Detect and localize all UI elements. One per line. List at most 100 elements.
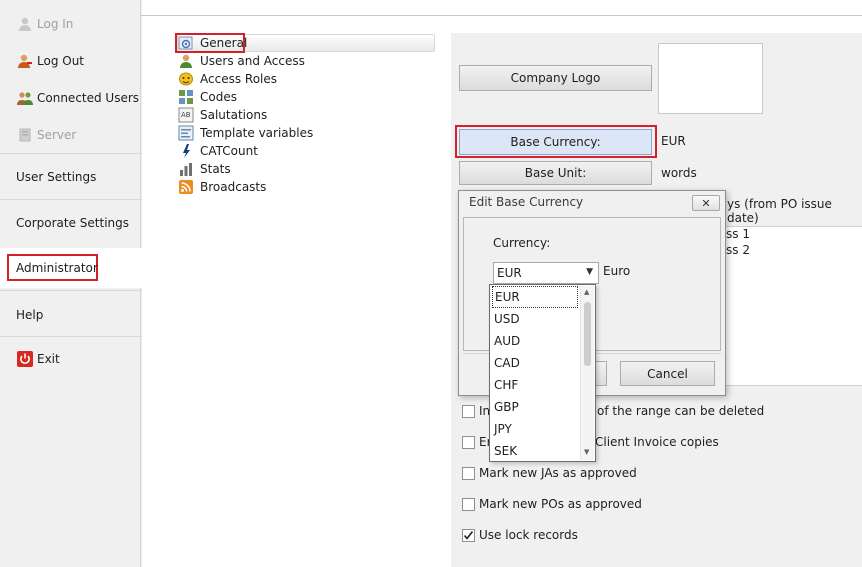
tree-item-stats[interactable]: Stats	[178, 160, 231, 178]
currency-option-label: USD	[494, 312, 520, 326]
checkbox-mark-jas-approved[interactable]	[462, 467, 475, 480]
tree-item-label: Template variables	[200, 126, 314, 140]
nav-corporate-settings-label: Corporate Settings	[16, 216, 130, 230]
nav-separator	[0, 199, 142, 200]
template-icon	[178, 125, 194, 141]
power-icon	[17, 351, 33, 367]
tree-item-label: Access Roles	[200, 72, 278, 86]
currency-option-aud[interactable]: AUD	[492, 330, 578, 352]
nav-login-label: Log In	[37, 17, 74, 31]
role-mask-icon	[178, 71, 194, 87]
users-group-icon	[17, 90, 33, 106]
nav-administrator[interactable]: Administrator	[0, 248, 142, 288]
nav-corporate-settings[interactable]: Corporate Settings	[0, 208, 140, 238]
currency-option-eur[interactable]: EUR	[492, 286, 578, 308]
checkbox-range-delete[interactable]	[462, 405, 475, 418]
nav-exit-label: Exit	[37, 352, 60, 366]
currency-option-usd[interactable]: USD	[492, 308, 578, 330]
base-currency-highlight	[455, 125, 657, 158]
scroll-down-icon[interactable]: ▼	[584, 448, 589, 456]
nav-logout[interactable]: Log Out	[0, 46, 140, 76]
checkbox-range-delete-label: of the range can be deleted	[597, 404, 765, 418]
logout-user-icon	[17, 53, 33, 69]
tree-item-label: Stats	[200, 162, 231, 176]
admin-tree: General Users and Access Access Roles Co…	[175, 33, 437, 204]
rss-icon	[178, 179, 194, 195]
codes-icon	[178, 89, 194, 105]
checkbox-invoice-copies[interactable]	[462, 436, 475, 449]
tree-item-label: Salutations	[200, 108, 268, 122]
dialog-title: Edit Base Currency	[469, 195, 584, 209]
administrator-highlight: Administrator	[7, 254, 98, 281]
nav-administrator-label: Administrator	[16, 260, 98, 275]
tree-item-access-roles[interactable]: Access Roles	[178, 70, 277, 88]
checkbox-mark-jas-approved-label: Mark new JAs as approved	[479, 466, 637, 480]
login-user-icon	[17, 16, 33, 32]
nav-help-label: Help	[16, 308, 44, 322]
currency-option-sek[interactable]: SEK	[492, 440, 578, 461]
company-logo-preview	[658, 43, 763, 114]
salutations-icon: AB	[178, 107, 194, 123]
class-item-1: ss 1	[726, 227, 750, 241]
nav-separator	[0, 290, 142, 291]
base-unit-button[interactable]: Base Unit:	[459, 161, 652, 185]
stats-icon	[178, 161, 194, 177]
currency-option-jpy[interactable]: JPY	[492, 418, 578, 440]
tree-item-broadcasts[interactable]: Broadcasts	[178, 178, 266, 196]
currency-combobox[interactable]: EUR ▼	[493, 262, 599, 284]
svg-text:AB: AB	[181, 111, 191, 119]
tree-item-template-variables[interactable]: Template variables	[178, 124, 313, 142]
base-currency-value: EUR	[661, 134, 686, 148]
currency-label: Currency:	[493, 236, 551, 250]
scrollbar-thumb[interactable]	[584, 302, 591, 366]
nav-user-settings[interactable]: User Settings	[0, 162, 140, 192]
currency-option-chf[interactable]: CHF	[492, 374, 578, 396]
dropdown-scrollbar[interactable]: ▲ ▼	[580, 286, 594, 460]
nav-separator	[0, 336, 142, 337]
checkbox-use-lock-records-label: Use lock records	[479, 528, 578, 542]
nav-login[interactable]: Log In	[0, 9, 140, 39]
currency-option-label: EUR	[495, 290, 520, 304]
currency-option-gbp[interactable]: GBP	[492, 396, 578, 418]
currency-combobox-value: EUR	[497, 266, 522, 280]
nav-server-label: Server	[37, 128, 77, 142]
nav-connected-users-label: Connected Users	[37, 91, 140, 105]
company-logo-button-label: Company Logo	[510, 71, 601, 85]
cancel-button[interactable]: Cancel	[620, 361, 715, 386]
nav-server[interactable]: Server	[0, 120, 140, 150]
currency-option-label: SEK	[494, 444, 518, 458]
tree-item-label: Codes	[200, 90, 237, 104]
company-logo-button[interactable]: Company Logo	[459, 65, 652, 91]
general-highlight	[175, 33, 245, 53]
top-divider	[141, 15, 862, 16]
currency-option-label: GBP	[494, 400, 519, 414]
dialog-close-button[interactable]: ✕	[692, 195, 720, 211]
currency-dropdown-list: EUR USD AUD CAD CHF GBP JPY SEK ▲ ▼	[489, 284, 596, 462]
payment-days-text: ys (from PO issue date)	[727, 197, 832, 225]
tree-item-codes[interactable]: Codes	[178, 88, 237, 106]
nav-help[interactable]: Help	[0, 300, 140, 330]
server-icon	[17, 127, 33, 143]
tree-item-catcount[interactable]: CATCount	[178, 142, 258, 160]
checkbox-mark-pos-approved-label: Mark new POs as approved	[479, 497, 642, 511]
currency-option-cad[interactable]: CAD	[492, 352, 578, 374]
nav-connected-users[interactable]: Connected Users	[0, 83, 140, 113]
currency-option-label: CAD	[494, 356, 520, 370]
nav-user-settings-label: User Settings	[16, 170, 97, 184]
user-icon	[178, 53, 194, 69]
cancel-button-label: Cancel	[647, 366, 688, 381]
checkbox-mark-pos-approved[interactable]	[462, 498, 475, 511]
currency-option-label: JPY	[494, 422, 512, 436]
checkbox-use-lock-records[interactable]	[462, 529, 475, 542]
catcount-icon	[178, 143, 194, 159]
class-item-2: ss 2	[726, 243, 750, 257]
base-unit-value: words	[661, 166, 697, 180]
tree-item-users-and-access[interactable]: Users and Access	[178, 52, 305, 70]
nav-logout-label: Log Out	[37, 54, 85, 68]
nav-exit[interactable]: Exit	[0, 344, 140, 374]
close-icon: ✕	[701, 196, 711, 210]
scroll-up-icon[interactable]: ▲	[584, 288, 589, 296]
tree-item-salutations[interactable]: AB Salutations	[178, 106, 267, 124]
currency-option-label: CHF	[494, 378, 519, 392]
chevron-down-icon: ▼	[586, 267, 593, 277]
